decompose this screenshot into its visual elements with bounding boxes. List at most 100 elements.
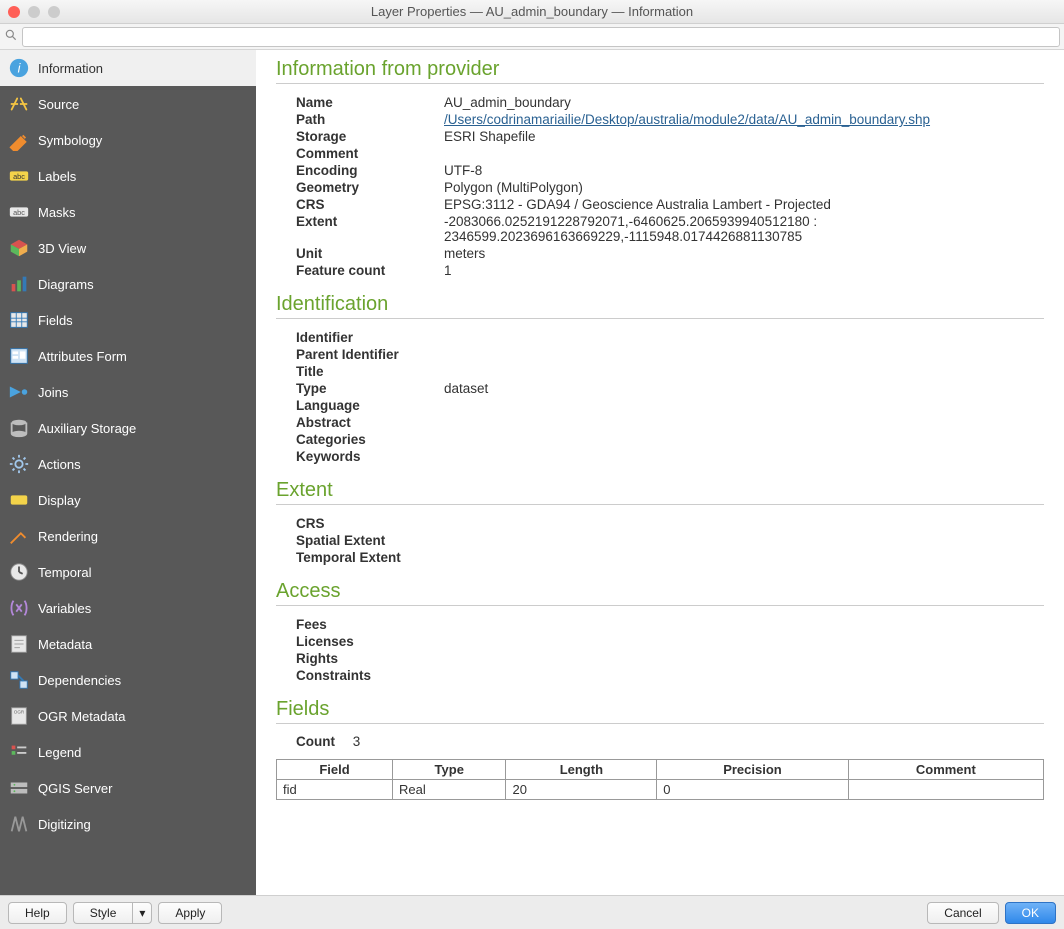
kv-row: StorageESRI Shapefile bbox=[296, 128, 1044, 145]
sidebar-item-metadata[interactable]: Metadata bbox=[0, 626, 256, 662]
minimize-window-button[interactable] bbox=[28, 6, 40, 18]
kv-value: meters bbox=[436, 245, 1044, 262]
sidebar-item-label: Diagrams bbox=[38, 277, 94, 292]
kv-row: Feature count1 bbox=[296, 262, 1044, 279]
kv-value bbox=[436, 414, 494, 431]
source-icon bbox=[8, 93, 30, 115]
kv-row: Comment bbox=[296, 145, 1044, 162]
sidebar-item-attributes-form[interactable]: Attributes Form bbox=[0, 338, 256, 374]
kv-row: Spatial Extent bbox=[296, 532, 450, 549]
qgisserver-icon bbox=[8, 777, 30, 799]
kv-key: CRS bbox=[296, 515, 436, 532]
kv-value: 1 bbox=[436, 262, 1044, 279]
sidebar-item-label: Display bbox=[38, 493, 81, 508]
fields-cell: 0 bbox=[657, 780, 848, 800]
zoom-window-button[interactable] bbox=[48, 6, 60, 18]
sidebar-item-auxiliary-storage[interactable]: Auxiliary Storage bbox=[0, 410, 256, 446]
style-dropdown-button[interactable]: ▾ bbox=[132, 902, 152, 924]
sidebar-item-digitizing[interactable]: Digitizing bbox=[0, 806, 256, 842]
cancel-button[interactable]: Cancel bbox=[927, 902, 998, 924]
kv-key: Parent Identifier bbox=[296, 346, 436, 363]
sidebar-item-3d-view[interactable]: 3D View bbox=[0, 230, 256, 266]
kv-value bbox=[436, 448, 494, 465]
sidebar-item-fields[interactable]: Fields bbox=[0, 302, 256, 338]
bottom-button-bar: Help Style ▾ Apply Cancel OK bbox=[0, 895, 1064, 929]
search-icon bbox=[4, 28, 18, 45]
sidebar-item-variables[interactable]: Variables bbox=[0, 590, 256, 626]
sidebar-item-label: Source bbox=[38, 97, 79, 112]
kv-key: Geometry bbox=[296, 179, 436, 196]
fields-header-cell: Length bbox=[506, 760, 657, 780]
digitizing-icon bbox=[8, 813, 30, 835]
kv-value bbox=[436, 633, 450, 650]
sidebar-item-temporal[interactable]: Temporal bbox=[0, 554, 256, 590]
kv-key: Name bbox=[296, 94, 436, 111]
kv-row: Keywords bbox=[296, 448, 494, 465]
sidebar-item-label: Fields bbox=[38, 313, 73, 328]
kv-row: Licenses bbox=[296, 633, 450, 650]
filter-input[interactable] bbox=[22, 27, 1060, 47]
sidebar-item-dependencies[interactable]: Dependencies bbox=[0, 662, 256, 698]
identification-table: IdentifierParent IdentifierTitleTypedata… bbox=[296, 329, 494, 465]
sidebar-item-source[interactable]: Source bbox=[0, 86, 256, 122]
sidebar-item-masks[interactable]: abcMasks bbox=[0, 194, 256, 230]
sidebar-item-label: Actions bbox=[38, 457, 81, 472]
kv-row: Extent-2083066.0252191228792071,-6460625… bbox=[296, 213, 1044, 245]
fields-cell: 20 bbox=[506, 780, 657, 800]
dependencies-icon bbox=[8, 669, 30, 691]
sidebar-item-joins[interactable]: Joins bbox=[0, 374, 256, 410]
kv-value bbox=[436, 549, 450, 566]
ok-button[interactable]: OK bbox=[1005, 902, 1056, 924]
fields-header-cell: Type bbox=[393, 760, 506, 780]
kv-row: Temporal Extent bbox=[296, 549, 450, 566]
kv-key: CRS bbox=[296, 196, 436, 213]
kv-value bbox=[436, 532, 450, 549]
kv-row: Typedataset bbox=[296, 380, 494, 397]
kv-row: Path/Users/codrinamariailie/Desktop/aust… bbox=[296, 111, 1044, 128]
help-button[interactable]: Help bbox=[8, 902, 67, 924]
sidebar-item-label: Attributes Form bbox=[38, 349, 127, 364]
sidebar-item-display[interactable]: Display bbox=[0, 482, 256, 518]
kv-row: Rights bbox=[296, 650, 450, 667]
kv-value: dataset bbox=[436, 380, 494, 397]
sidebar-item-symbology[interactable]: Symbology bbox=[0, 122, 256, 158]
kv-key: Feature count bbox=[296, 262, 436, 279]
kv-value: EPSG:3112 - GDA94 / Geoscience Australia… bbox=[436, 196, 1044, 213]
close-window-button[interactable] bbox=[8, 6, 20, 18]
sidebar-item-labels[interactable]: abcLabels bbox=[0, 158, 256, 194]
apply-button[interactable]: Apply bbox=[158, 902, 222, 924]
kv-value bbox=[436, 329, 494, 346]
kv-value bbox=[436, 616, 450, 633]
kv-value: ESRI Shapefile bbox=[436, 128, 1044, 145]
fields-header-cell: Precision bbox=[657, 760, 848, 780]
rendering-icon bbox=[8, 525, 30, 547]
svg-text:OGR: OGR bbox=[14, 709, 25, 714]
kv-row: CRSEPSG:3112 - GDA94 / Geoscience Austra… bbox=[296, 196, 1044, 213]
metadata-icon bbox=[8, 633, 30, 655]
symbology-icon bbox=[8, 129, 30, 151]
fields-table: FieldTypeLengthPrecisionCommentfidReal20… bbox=[276, 759, 1044, 800]
sidebar-item-rendering[interactable]: Rendering bbox=[0, 518, 256, 554]
sidebar-item-label: Metadata bbox=[38, 637, 92, 652]
sidebar-item-ogr-metadata[interactable]: OGROGR Metadata bbox=[0, 698, 256, 734]
path-link[interactable]: /Users/codrinamariailie/Desktop/australi… bbox=[444, 112, 930, 127]
sidebar-item-label: Joins bbox=[38, 385, 68, 400]
sidebar-item-qgis-server[interactable]: QGIS Server bbox=[0, 770, 256, 806]
temporal-icon bbox=[8, 561, 30, 583]
sidebar-item-actions[interactable]: Actions bbox=[0, 446, 256, 482]
kv-value bbox=[436, 346, 494, 363]
kv-key: Spatial Extent bbox=[296, 532, 436, 549]
sidebar-item-diagrams[interactable]: Diagrams bbox=[0, 266, 256, 302]
kv-key: Keywords bbox=[296, 448, 436, 465]
style-button[interactable]: Style bbox=[73, 902, 133, 924]
titlebar: Layer Properties — AU_admin_boundary — I… bbox=[0, 0, 1064, 24]
legend-icon bbox=[8, 741, 30, 763]
kv-key: Path bbox=[296, 111, 436, 128]
content-pane[interactable]: Information from provider NameAU_admin_b… bbox=[256, 50, 1064, 895]
kv-key: Storage bbox=[296, 128, 436, 145]
sidebar-item-legend[interactable]: Legend bbox=[0, 734, 256, 770]
kv-value: Polygon (MultiPolygon) bbox=[436, 179, 1044, 196]
kv-value: AU_admin_boundary bbox=[436, 94, 1044, 111]
sidebar-item-information[interactable]: iInformation bbox=[0, 50, 256, 86]
extent-table: CRSSpatial ExtentTemporal Extent bbox=[296, 515, 450, 566]
